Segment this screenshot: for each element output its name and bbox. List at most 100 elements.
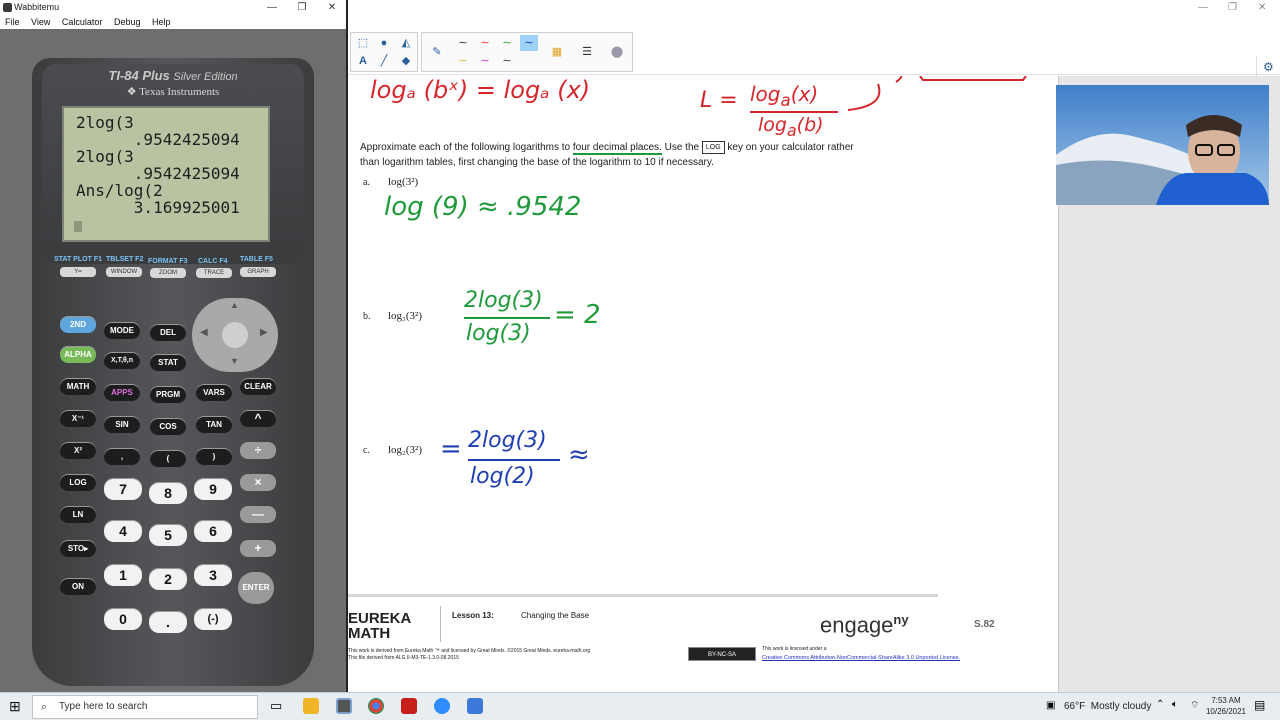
left-paren-key[interactable]: ( xyxy=(150,450,186,467)
xinverse-key[interactable]: X⁻¹ xyxy=(60,410,96,427)
right-paren-key[interactable]: ) xyxy=(196,448,232,465)
grid-icon[interactable]: ▦ xyxy=(548,44,566,60)
restore-icon[interactable]: ❐ xyxy=(1228,2,1237,13)
fn-head-format: FORMAT F3 xyxy=(148,258,188,265)
zoom-key[interactable]: ZOOM xyxy=(150,268,186,278)
del-key[interactable]: DEL xyxy=(150,324,186,341)
menu-help[interactable]: Help xyxy=(152,17,171,27)
weather-text[interactable]: 66°F Mostly cloudy xyxy=(1064,701,1151,712)
six-key[interactable]: 6 xyxy=(194,520,232,542)
ln-key[interactable]: LN xyxy=(60,506,96,523)
wifi-icon[interactable]: ⌔ xyxy=(1190,699,1199,712)
pen-dashed-icon[interactable]: ∼ xyxy=(498,53,516,69)
second-key[interactable]: 2ND xyxy=(60,316,96,333)
volume-icon[interactable]: 🔈︎ xyxy=(1172,699,1178,710)
window-key[interactable]: WINDOW xyxy=(106,267,142,277)
nine-key[interactable]: 9 xyxy=(194,478,232,500)
cos-key[interactable]: COS xyxy=(150,418,186,435)
log-key[interactable]: LOG xyxy=(60,474,96,491)
weather-icon[interactable]: ▣ xyxy=(1046,700,1055,711)
minimize-icon[interactable]: — xyxy=(262,0,282,15)
menu-file[interactable]: File xyxy=(5,17,20,27)
tan-key[interactable]: TAN xyxy=(196,416,232,433)
eight-key[interactable]: 8 xyxy=(149,482,187,504)
pen-black-icon[interactable]: ∼ xyxy=(454,35,472,51)
shape-icon[interactable]: ● xyxy=(375,35,393,51)
minimize-icon[interactable]: — xyxy=(1198,2,1208,13)
decimal-key[interactable]: . xyxy=(149,611,187,633)
trace-key[interactable]: TRACE xyxy=(196,268,232,278)
store-key[interactable]: STO▸ xyxy=(60,540,96,557)
plus-key[interactable]: + xyxy=(240,540,276,557)
comma-key[interactable]: , xyxy=(104,448,140,465)
lines-icon[interactable]: ☰ xyxy=(578,44,596,60)
math-key[interactable]: MATH xyxy=(60,378,96,395)
alpha-key[interactable]: ALPHA xyxy=(60,346,96,363)
menu-debug[interactable]: Debug xyxy=(114,17,141,27)
wabbitemu-task-icon[interactable] xyxy=(336,698,352,714)
windows-start-icon[interactable]: ⊞ xyxy=(9,698,21,715)
document-page[interactable]: logₐ (bˣ) = logₐ (x) L = loga(x) loga(b)… xyxy=(348,76,1058,692)
stat-key[interactable]: STAT xyxy=(150,354,186,371)
clear-key[interactable]: CLEAR xyxy=(240,378,276,395)
left-arrow-icon[interactable]: ◀ xyxy=(200,327,208,338)
zoom-icon[interactable] xyxy=(434,698,450,714)
pen-red-icon[interactable]: ∼ xyxy=(476,35,494,51)
prgm-key[interactable]: PRGM xyxy=(150,386,186,403)
graph-key[interactable]: GRAPH xyxy=(240,267,276,277)
eraser-icon[interactable]: ◆ xyxy=(397,53,415,69)
acrobat-icon[interactable] xyxy=(401,698,417,714)
xsquared-key[interactable]: X² xyxy=(60,442,96,459)
enter-key[interactable]: ENTER xyxy=(238,572,274,604)
sin-key[interactable]: SIN xyxy=(104,416,140,433)
negative-key[interactable]: (-) xyxy=(194,608,232,630)
right-arrow-icon[interactable]: ▶ xyxy=(260,327,268,338)
maximize-icon[interactable]: ❐ xyxy=(292,0,312,15)
taskbar-search[interactable]: ⌕ Type here to search xyxy=(32,695,258,719)
on-key[interactable]: ON xyxy=(60,578,96,595)
five-key[interactable]: 5 xyxy=(149,524,187,546)
footer-license-link[interactable]: Creative Commons Attribution-NonCommerci… xyxy=(762,655,960,661)
fill-icon[interactable]: ◭ xyxy=(397,35,415,51)
y-equals-key[interactable]: Y= xyxy=(60,267,96,277)
app-icon xyxy=(3,3,12,12)
minus-key[interactable]: — xyxy=(240,506,276,523)
file-explorer-icon[interactable] xyxy=(303,698,319,714)
close-icon[interactable]: ✕ xyxy=(322,0,342,15)
close-icon[interactable]: ✕ xyxy=(1258,2,1266,13)
menu-calculator[interactable]: Calculator xyxy=(62,17,103,27)
pen-blue-icon[interactable]: ∼ xyxy=(520,35,538,51)
stamp-icon[interactable]: ⬤ xyxy=(608,44,626,60)
tray-chevron-icon[interactable]: ⌃ xyxy=(1156,699,1164,710)
three-key[interactable]: 3 xyxy=(194,564,232,586)
zero-key[interactable]: 0 xyxy=(104,608,142,630)
one-key[interactable]: 1 xyxy=(104,564,142,586)
pen-green-icon[interactable]: ∼ xyxy=(498,35,516,51)
xton-key[interactable]: X,T,θ,n xyxy=(104,352,140,369)
line-icon[interactable]: ╱ xyxy=(375,53,393,69)
multiply-key[interactable]: × xyxy=(240,474,276,491)
vars-key[interactable]: VARS xyxy=(196,384,232,401)
chrome-icon[interactable] xyxy=(368,698,384,714)
mode-key[interactable]: MODE xyxy=(104,322,140,339)
notification-icon[interactable]: ▤ xyxy=(1254,698,1265,712)
four-key[interactable]: 4 xyxy=(104,520,142,542)
highlighter-yellow-icon[interactable]: ∼ xyxy=(454,53,472,69)
seven-key[interactable]: 7 xyxy=(104,478,142,500)
up-arrow-icon[interactable]: ▲ xyxy=(230,300,239,310)
clock[interactable]: 7:53 AM 10/26/2021 xyxy=(1204,695,1248,717)
text-icon[interactable]: A xyxy=(354,53,372,69)
highlighter-pink-icon[interactable]: ∼ xyxy=(476,53,494,69)
gear-icon[interactable]: ⚙ xyxy=(1263,60,1274,74)
menu-view[interactable]: View xyxy=(31,17,50,27)
arrow-dpad[interactable]: ▲ ▼ ◀ ▶ xyxy=(192,298,278,372)
two-key[interactable]: 2 xyxy=(149,568,187,590)
power-key[interactable]: ^ xyxy=(240,410,276,427)
pen-icon[interactable]: ✎ xyxy=(428,44,446,60)
task-view-icon[interactable]: ▭ xyxy=(270,698,282,714)
apps-key[interactable]: APPS xyxy=(104,384,140,401)
lasso-icon[interactable]: ⬚ xyxy=(354,35,372,51)
divide-key[interactable]: ÷ xyxy=(240,442,276,459)
down-arrow-icon[interactable]: ▼ xyxy=(230,356,239,366)
whiteboard-app-icon[interactable] xyxy=(467,698,483,714)
